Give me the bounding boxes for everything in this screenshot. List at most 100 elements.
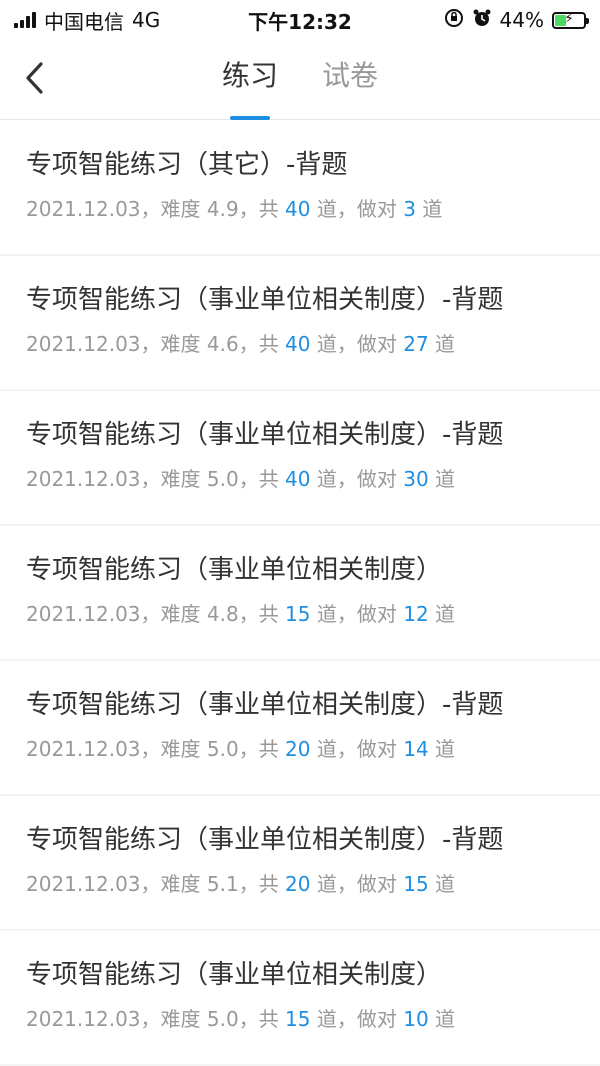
meta-separator: ，: [238, 197, 259, 221]
carrier-name: 中国电信: [44, 9, 124, 34]
correct-prefix: 做对: [356, 1007, 397, 1031]
total-count: 40: [285, 332, 311, 356]
meta-separator: ，: [140, 197, 161, 221]
status-right: 44% ⚡: [444, 8, 589, 33]
practice-meta: 2021.12.03，难度 5.0，共 20 道，做对 14 道: [26, 735, 574, 763]
practice-date: 2021.12.03: [26, 332, 141, 356]
meta-separator: ，: [238, 737, 259, 761]
network-type: 4G: [132, 8, 161, 32]
practice-meta: 2021.12.03，难度 5.1，共 20 道，做对 15 道: [26, 870, 574, 898]
correct-count: 27: [403, 332, 429, 356]
meta-separator: ，: [238, 1007, 259, 1031]
status-left: 中国电信 4G: [14, 6, 160, 35]
difficulty-label: 难度: [160, 197, 201, 221]
difficulty-label: 难度: [160, 737, 201, 761]
total-count: 40: [285, 197, 311, 221]
correct-prefix: 做对: [356, 332, 397, 356]
meta-separator: ，: [336, 602, 357, 626]
total-unit: 道: [316, 197, 337, 221]
correct-prefix: 做对: [356, 197, 397, 221]
correct-prefix: 做对: [356, 602, 397, 626]
meta-separator: ，: [238, 332, 259, 356]
total-prefix: 共: [258, 467, 279, 491]
status-bar: 下午12:32 中国电信 4G 44% ⚡: [0, 0, 600, 40]
practice-list-item[interactable]: 专项智能练习（事业单位相关制度） 2021.12.03，难度 5.0，共 15 …: [0, 931, 600, 1064]
practice-list-item[interactable]: 专项智能练习（事业单位相关制度）-背题 2021.12.03，难度 5.1，共 …: [0, 796, 600, 929]
meta-separator: ，: [140, 737, 161, 761]
total-count: 40: [285, 467, 311, 491]
meta-separator: ，: [336, 1007, 357, 1031]
tab-practice[interactable]: 练习: [222, 40, 278, 120]
tab-active-indicator: [229, 116, 270, 120]
practice-date: 2021.12.03: [26, 197, 141, 221]
battery-percent: 44%: [499, 8, 544, 32]
total-unit: 道: [316, 332, 337, 356]
alarm-icon: [472, 8, 492, 33]
practice-date: 2021.12.03: [26, 872, 141, 896]
orientation-lock-icon: [444, 8, 464, 33]
practice-date: 2021.12.03: [26, 737, 141, 761]
difficulty-label: 难度: [160, 602, 201, 626]
correct-unit: 道: [422, 197, 443, 221]
practice-title: 专项智能练习（事业单位相关制度）-背题: [26, 285, 504, 315]
meta-separator: ，: [140, 872, 161, 896]
practice-meta: 2021.12.03，难度 4.8，共 15 道，做对 12 道: [26, 600, 574, 628]
correct-prefix: 做对: [356, 737, 397, 761]
tab-exam-papers[interactable]: 试卷: [322, 40, 378, 120]
difficulty-label: 难度: [160, 872, 201, 896]
nav-header: 练习 试卷: [0, 40, 600, 120]
practice-list-item[interactable]: 专项智能练习（事业单位相关制度）-背题 2021.12.03，难度 5.0，共 …: [0, 661, 600, 794]
total-prefix: 共: [258, 872, 279, 896]
practice-list-item[interactable]: 专项智能练习（其它）-背题 2021.12.03，难度 4.9，共 40 道，做…: [0, 121, 600, 254]
practice-meta: 2021.12.03，难度 4.9，共 40 道，做对 3 道: [26, 195, 574, 223]
meta-separator: ，: [140, 467, 161, 491]
practice-title: 专项智能练习（事业单位相关制度）: [26, 555, 443, 585]
correct-prefix: 做对: [356, 467, 397, 491]
difficulty-value: 5.0: [206, 1007, 239, 1031]
meta-separator: ，: [238, 467, 259, 491]
correct-count: 15: [403, 872, 429, 896]
correct-unit: 道: [435, 467, 456, 491]
correct-unit: 道: [435, 1007, 456, 1031]
signal-icon: [14, 12, 36, 28]
total-prefix: 共: [258, 602, 279, 626]
difficulty-label: 难度: [160, 467, 201, 491]
tab-exam-papers-label: 试卷: [322, 59, 379, 92]
practice-list-item[interactable]: 专项智能练习（事业单位相关制度）-背题 2021.12.03，难度 4.6，共 …: [0, 256, 600, 389]
meta-separator: ，: [140, 602, 161, 626]
correct-count: 30: [403, 467, 429, 491]
meta-separator: ，: [336, 737, 357, 761]
practice-list-item[interactable]: 专项智能练习（事业单位相关制度） 2021.12.03，难度 4.8，共 15 …: [0, 526, 600, 659]
difficulty-value: 4.6: [206, 332, 239, 356]
difficulty-value: 4.9: [206, 197, 239, 221]
difficulty-value: 5.0: [206, 467, 239, 491]
meta-separator: ，: [336, 467, 357, 491]
practice-meta: 2021.12.03，难度 4.6，共 40 道，做对 27 道: [26, 330, 574, 358]
meta-separator: ，: [336, 197, 357, 221]
total-prefix: 共: [258, 197, 279, 221]
practice-title: 专项智能练习（事业单位相关制度）: [26, 960, 443, 990]
total-unit: 道: [316, 1007, 337, 1031]
total-count: 20: [285, 737, 311, 761]
correct-count: 3: [403, 197, 416, 221]
correct-count: 14: [403, 737, 429, 761]
correct-unit: 道: [435, 872, 456, 896]
difficulty-label: 难度: [160, 1007, 201, 1031]
practice-title: 专项智能练习（事业单位相关制度）-背题: [26, 690, 504, 720]
battery-icon: ⚡: [552, 11, 589, 29]
correct-unit: 道: [435, 602, 456, 626]
practice-meta: 2021.12.03，难度 5.0，共 15 道，做对 10 道: [26, 1005, 574, 1033]
practice-title: 专项智能练习（事业单位相关制度）-背题: [26, 420, 504, 450]
practice-date: 2021.12.03: [26, 467, 141, 491]
practice-list-item[interactable]: 专项智能练习（事业单位相关制度）-背题 2021.12.03，难度 5.0，共 …: [0, 391, 600, 524]
total-count: 15: [285, 602, 311, 626]
meta-separator: ，: [238, 602, 259, 626]
total-count: 15: [285, 1007, 311, 1031]
meta-separator: ，: [140, 332, 161, 356]
total-unit: 道: [316, 602, 337, 626]
total-count: 20: [285, 872, 311, 896]
practice-title: 专项智能练习（其它）-背题: [26, 150, 348, 180]
total-prefix: 共: [258, 737, 279, 761]
total-prefix: 共: [258, 332, 279, 356]
practice-meta: 2021.12.03，难度 5.0，共 40 道，做对 30 道: [26, 465, 574, 493]
